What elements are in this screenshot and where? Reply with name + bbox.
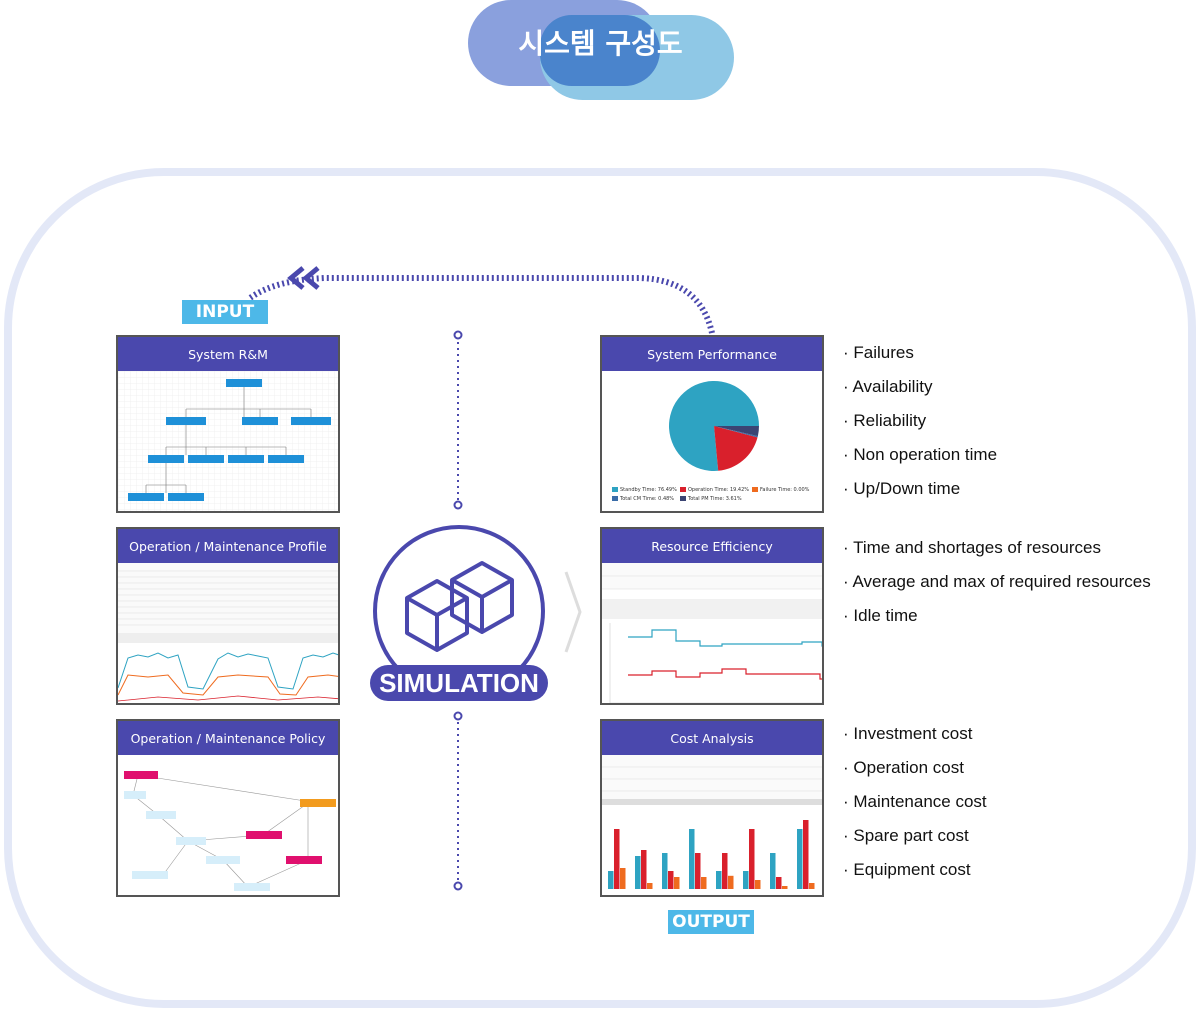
fault-tree-thumbnail [118,371,338,511]
panel-cost-analysis: Cost Analysis [600,719,824,897]
legend-label: Total PM Time: 3.61% [687,496,742,502]
cost-bar [689,829,695,889]
cost-bar [674,877,680,889]
output-tag: OUTPUT [668,910,754,934]
bullet-item: Time and shortages of resources [843,531,1151,565]
panel-operation-maintenance-policy: Operation / Maintenance Policy [116,719,340,897]
cost-bar [608,871,614,889]
bullet-item: Failures [843,336,997,370]
cost-bar [635,856,641,889]
bullet-item: Availability [843,370,997,404]
cost-bar [743,871,749,889]
system-performance-bullets: Failures Availability Reliability Non op… [843,336,997,506]
panel-operation-maintenance-profile: Operation / Maintenance Profile [116,527,340,705]
panel-system-performance: System Performance Standby Time: 76.49% O… [600,335,824,513]
profile-thumbnail [118,563,338,702]
cost-bar [701,877,707,889]
cost-bar [620,868,626,889]
cost-bar [755,880,761,889]
cost-bar [695,853,701,889]
panel-title: Resource Efficiency [602,529,822,563]
cost-bar [770,853,776,889]
bullet-item: Investment cost [843,717,987,751]
legend-swatch [612,487,618,492]
cost-chart-thumbnail [602,755,822,889]
cost-bar [641,850,647,889]
bullet-item: Idle time [843,599,1151,633]
policy-network-thumbnail [124,771,336,891]
cost-bar [776,877,782,889]
pie-chart: Standby Time: 76.49% Operation Time: 19.4… [612,381,810,502]
bullet-item: Up/Down time [843,472,997,506]
bullet-item: Maintenance cost [843,785,986,819]
chevron-right-icon [564,571,582,653]
cost-bar [662,853,668,889]
legend-label: Operation Time: 19.42% [688,487,749,493]
simulation-label: SIMULATION [370,665,548,701]
legend-swatch [680,487,686,492]
input-tag: INPUT [182,300,268,324]
legend-swatch [752,487,758,492]
cost-analysis-bullets: Investment cost Operation cost Maintenan… [843,717,987,887]
cost-bar [716,871,722,889]
legend-label: Total CM Time: 0.48% [619,496,674,502]
panel-system-rm: System R&M [116,335,340,513]
bullet-item: Reliability [843,404,997,438]
cost-bar [749,829,755,889]
panel-resource-efficiency: Resource Efficiency [600,527,824,705]
panel-title: Operation / Maintenance Policy [118,721,338,755]
bullet-item: Operation cost [843,751,987,785]
resource-chart-thumbnail [602,563,822,703]
panel-title: System R&M [118,337,338,371]
cost-bar [614,829,620,889]
bullet-item: Non operation time [843,438,997,472]
panel-title: System Performance [602,337,822,371]
cost-bar [803,820,809,889]
cost-bar [782,886,788,889]
bullet-item: Equipment cost [843,853,987,887]
cost-bar [728,875,734,889]
panel-title: Cost Analysis [602,721,822,755]
panel-title: Operation / Maintenance Profile [118,529,338,563]
cost-bar [722,853,728,889]
legend-label: Standby Time: 76.49% [620,487,677,493]
cost-bar [647,883,653,889]
legend-label: Failure Time: 0.00% [760,487,810,493]
cost-bar [809,883,815,889]
legend-swatch [680,496,686,501]
cost-bar [797,829,803,889]
resource-efficiency-bullets: Time and shortages of resources Average … [843,531,1151,633]
arrowhead-icon [287,266,320,290]
legend-swatch [612,496,618,501]
cost-bar [668,871,674,889]
bullet-item: Spare part cost [843,819,987,853]
bullet-item: Average and max of required resources [843,565,1150,599]
